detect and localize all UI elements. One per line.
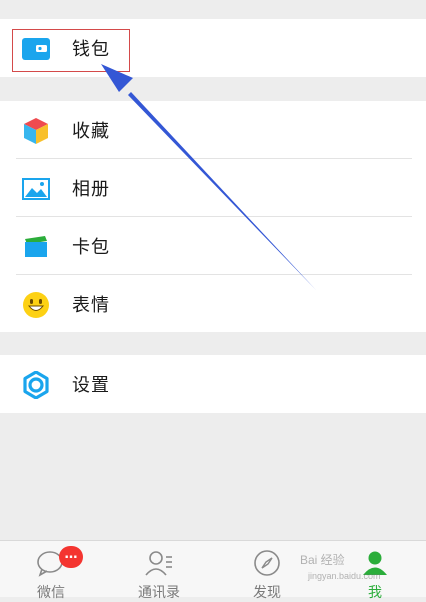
card-icon <box>21 232 50 261</box>
tab-discover[interactable]: 发现 <box>227 541 307 601</box>
tab-chats-label: 微信 <box>37 585 65 601</box>
gear-icon <box>21 370 50 399</box>
wallet-icon <box>21 34 50 63</box>
tab-me-label: 我 <box>368 585 382 601</box>
picture-icon <box>21 174 50 203</box>
compass-icon <box>254 550 280 576</box>
menu-item-stickers-label: 表情 <box>72 295 110 316</box>
watermark-text: Bai 经验 <box>300 553 345 567</box>
contacts-icon <box>145 551 172 576</box>
menu-item-stickers[interactable]: 表情 <box>0 275 426 333</box>
watermark: Bai 经验 jingyan.baidu.com <box>300 551 381 581</box>
menu-item-cards[interactable]: 卡包 <box>0 217 426 275</box>
menu-item-wallet[interactable]: 钱包 <box>0 19 426 77</box>
tab-me[interactable]: 我 <box>335 541 415 601</box>
features-section: 收藏 相册 卡包 表情 <box>0 101 426 332</box>
menu-item-favorites[interactable]: 收藏 <box>0 101 426 159</box>
menu-item-wallet-label: 钱包 <box>72 39 110 60</box>
menu-item-settings-label: 设置 <box>72 375 110 396</box>
menu-item-favorites-label: 收藏 <box>72 121 110 142</box>
menu-item-settings[interactable]: 设置 <box>0 355 426 413</box>
tab-contacts[interactable]: 通讯录 <box>119 541 199 601</box>
menu-item-cards-label: 卡包 <box>72 237 110 258</box>
tab-contacts-label: 通讯录 <box>138 585 180 601</box>
menu-item-album-label: 相册 <box>72 179 110 200</box>
cube-icon <box>21 116 50 145</box>
smiley-icon <box>21 290 50 319</box>
watermark-sub: jingyan.baidu.com <box>308 571 381 581</box>
unread-badge: … <box>59 546 83 568</box>
menu-item-album[interactable]: 相册 <box>0 159 426 217</box>
wallet-section: 钱包 <box>0 19 426 77</box>
tab-discover-label: 发现 <box>253 585 281 601</box>
settings-section: 设置 <box>0 355 426 413</box>
